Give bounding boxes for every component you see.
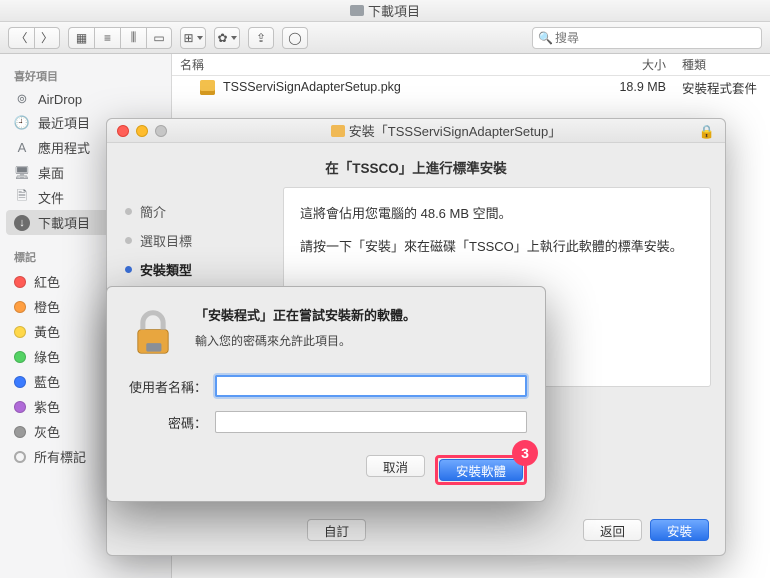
view-gallery-button[interactable]: ▭ bbox=[146, 27, 172, 49]
file-row[interactable]: TSSServiSignAdapterSetup.pkg 18.9 MB 安裝程… bbox=[172, 76, 770, 98]
column-size[interactable]: 大小 bbox=[602, 56, 682, 73]
tag-dot-icon bbox=[14, 351, 26, 363]
pkg-icon bbox=[200, 80, 215, 95]
tag-dot-icon bbox=[14, 426, 26, 438]
view-column-button[interactable]: ⫼ bbox=[120, 27, 146, 49]
desktop-icon: 🖥 bbox=[14, 165, 30, 181]
auth-prompt: 輸入您的密碼來允許此項目。 bbox=[195, 332, 416, 349]
apps-icon: A bbox=[14, 140, 30, 156]
view-list-button[interactable]: ≡ bbox=[94, 27, 120, 49]
step-intro: 簡介 bbox=[121, 197, 271, 226]
install-software-button[interactable]: 安裝軟體 bbox=[439, 459, 523, 481]
finder-titlebar: 下載項目 bbox=[0, 0, 770, 22]
close-button[interactable] bbox=[117, 125, 129, 137]
password-label: 密碼： bbox=[125, 413, 215, 432]
tag-dot-icon bbox=[14, 401, 26, 413]
back-button[interactable]: 返回 bbox=[583, 519, 642, 541]
step-install-type: 安裝類型 bbox=[121, 255, 271, 284]
view-icon-button[interactable]: ▦ bbox=[68, 27, 94, 49]
arrange-button[interactable]: ⊞ bbox=[180, 27, 206, 49]
file-kind: 安裝程式套件 bbox=[682, 78, 762, 97]
lock-icon[interactable]: 🔒 bbox=[699, 124, 715, 140]
column-kind[interactable]: 種類 bbox=[682, 56, 762, 73]
downloads-icon: ↓ bbox=[14, 215, 30, 231]
window-title: 下載項目 bbox=[368, 1, 420, 20]
file-size: 18.9 MB bbox=[602, 80, 682, 94]
back-button[interactable]: 〈 bbox=[8, 27, 34, 49]
tag-dot-icon bbox=[14, 326, 26, 338]
password-input[interactable] bbox=[215, 411, 527, 433]
annotation-badge: 3 bbox=[512, 440, 538, 466]
tag-dot-icon bbox=[14, 276, 26, 288]
search-input[interactable] bbox=[532, 27, 762, 49]
sidebar-favorites-header: 喜好項目 bbox=[0, 64, 171, 88]
tags-button[interactable]: ◯ bbox=[282, 27, 308, 49]
customize-button[interactable]: 自訂 bbox=[307, 519, 366, 541]
package-icon bbox=[331, 125, 345, 137]
airdrop-icon: ⊚ bbox=[14, 91, 30, 107]
tag-dot-icon bbox=[14, 376, 26, 388]
clock-icon: 🕘 bbox=[14, 115, 30, 131]
cancel-button[interactable]: 取消 bbox=[366, 455, 425, 477]
step-destination: 選取目標 bbox=[121, 226, 271, 255]
lock-large-icon bbox=[125, 305, 181, 361]
installer-title: 安裝「TSSServiSignAdapterSetup」 bbox=[349, 121, 561, 140]
installer-titlebar: 安裝「TSSServiSignAdapterSetup」 🔒 bbox=[107, 119, 725, 143]
share-button[interactable]: ⇪ bbox=[248, 27, 274, 49]
install-button[interactable]: 安裝 bbox=[650, 519, 709, 541]
search-icon: 🔍 bbox=[538, 31, 553, 45]
documents-icon: 🗎 bbox=[14, 190, 30, 206]
action-button[interactable]: ✿ bbox=[214, 27, 240, 49]
tag-dot-icon bbox=[14, 301, 26, 313]
install-software-highlight: 3 安裝軟體 bbox=[435, 455, 527, 485]
auth-headline: 「安裝程式」正在嘗試安裝新的軟體。 bbox=[195, 305, 416, 324]
installer-subtitle: 在「TSSCO」上進行標準安裝 bbox=[107, 143, 725, 187]
file-name: TSSServiSignAdapterSetup.pkg bbox=[223, 80, 602, 94]
column-name[interactable]: 名稱 bbox=[180, 56, 602, 73]
sidebar-item-airdrop[interactable]: ⊚AirDrop bbox=[0, 88, 171, 110]
folder-icon bbox=[350, 5, 364, 16]
zoom-button[interactable] bbox=[155, 125, 167, 137]
username-label: 使用者名稱： bbox=[125, 377, 215, 396]
username-input[interactable] bbox=[215, 375, 527, 397]
all-tags-icon bbox=[14, 451, 26, 463]
auth-dialog: 「安裝程式」正在嘗試安裝新的軟體。 輸入您的密碼來允許此項目。 使用者名稱： 密… bbox=[106, 286, 546, 502]
minimize-button[interactable] bbox=[136, 125, 148, 137]
forward-button[interactable]: 〉 bbox=[34, 27, 60, 49]
finder-toolbar: 〈 〉 ▦ ≡ ⫼ ▭ ⊞ ✿ ⇪ ◯ 🔍 bbox=[0, 22, 770, 54]
